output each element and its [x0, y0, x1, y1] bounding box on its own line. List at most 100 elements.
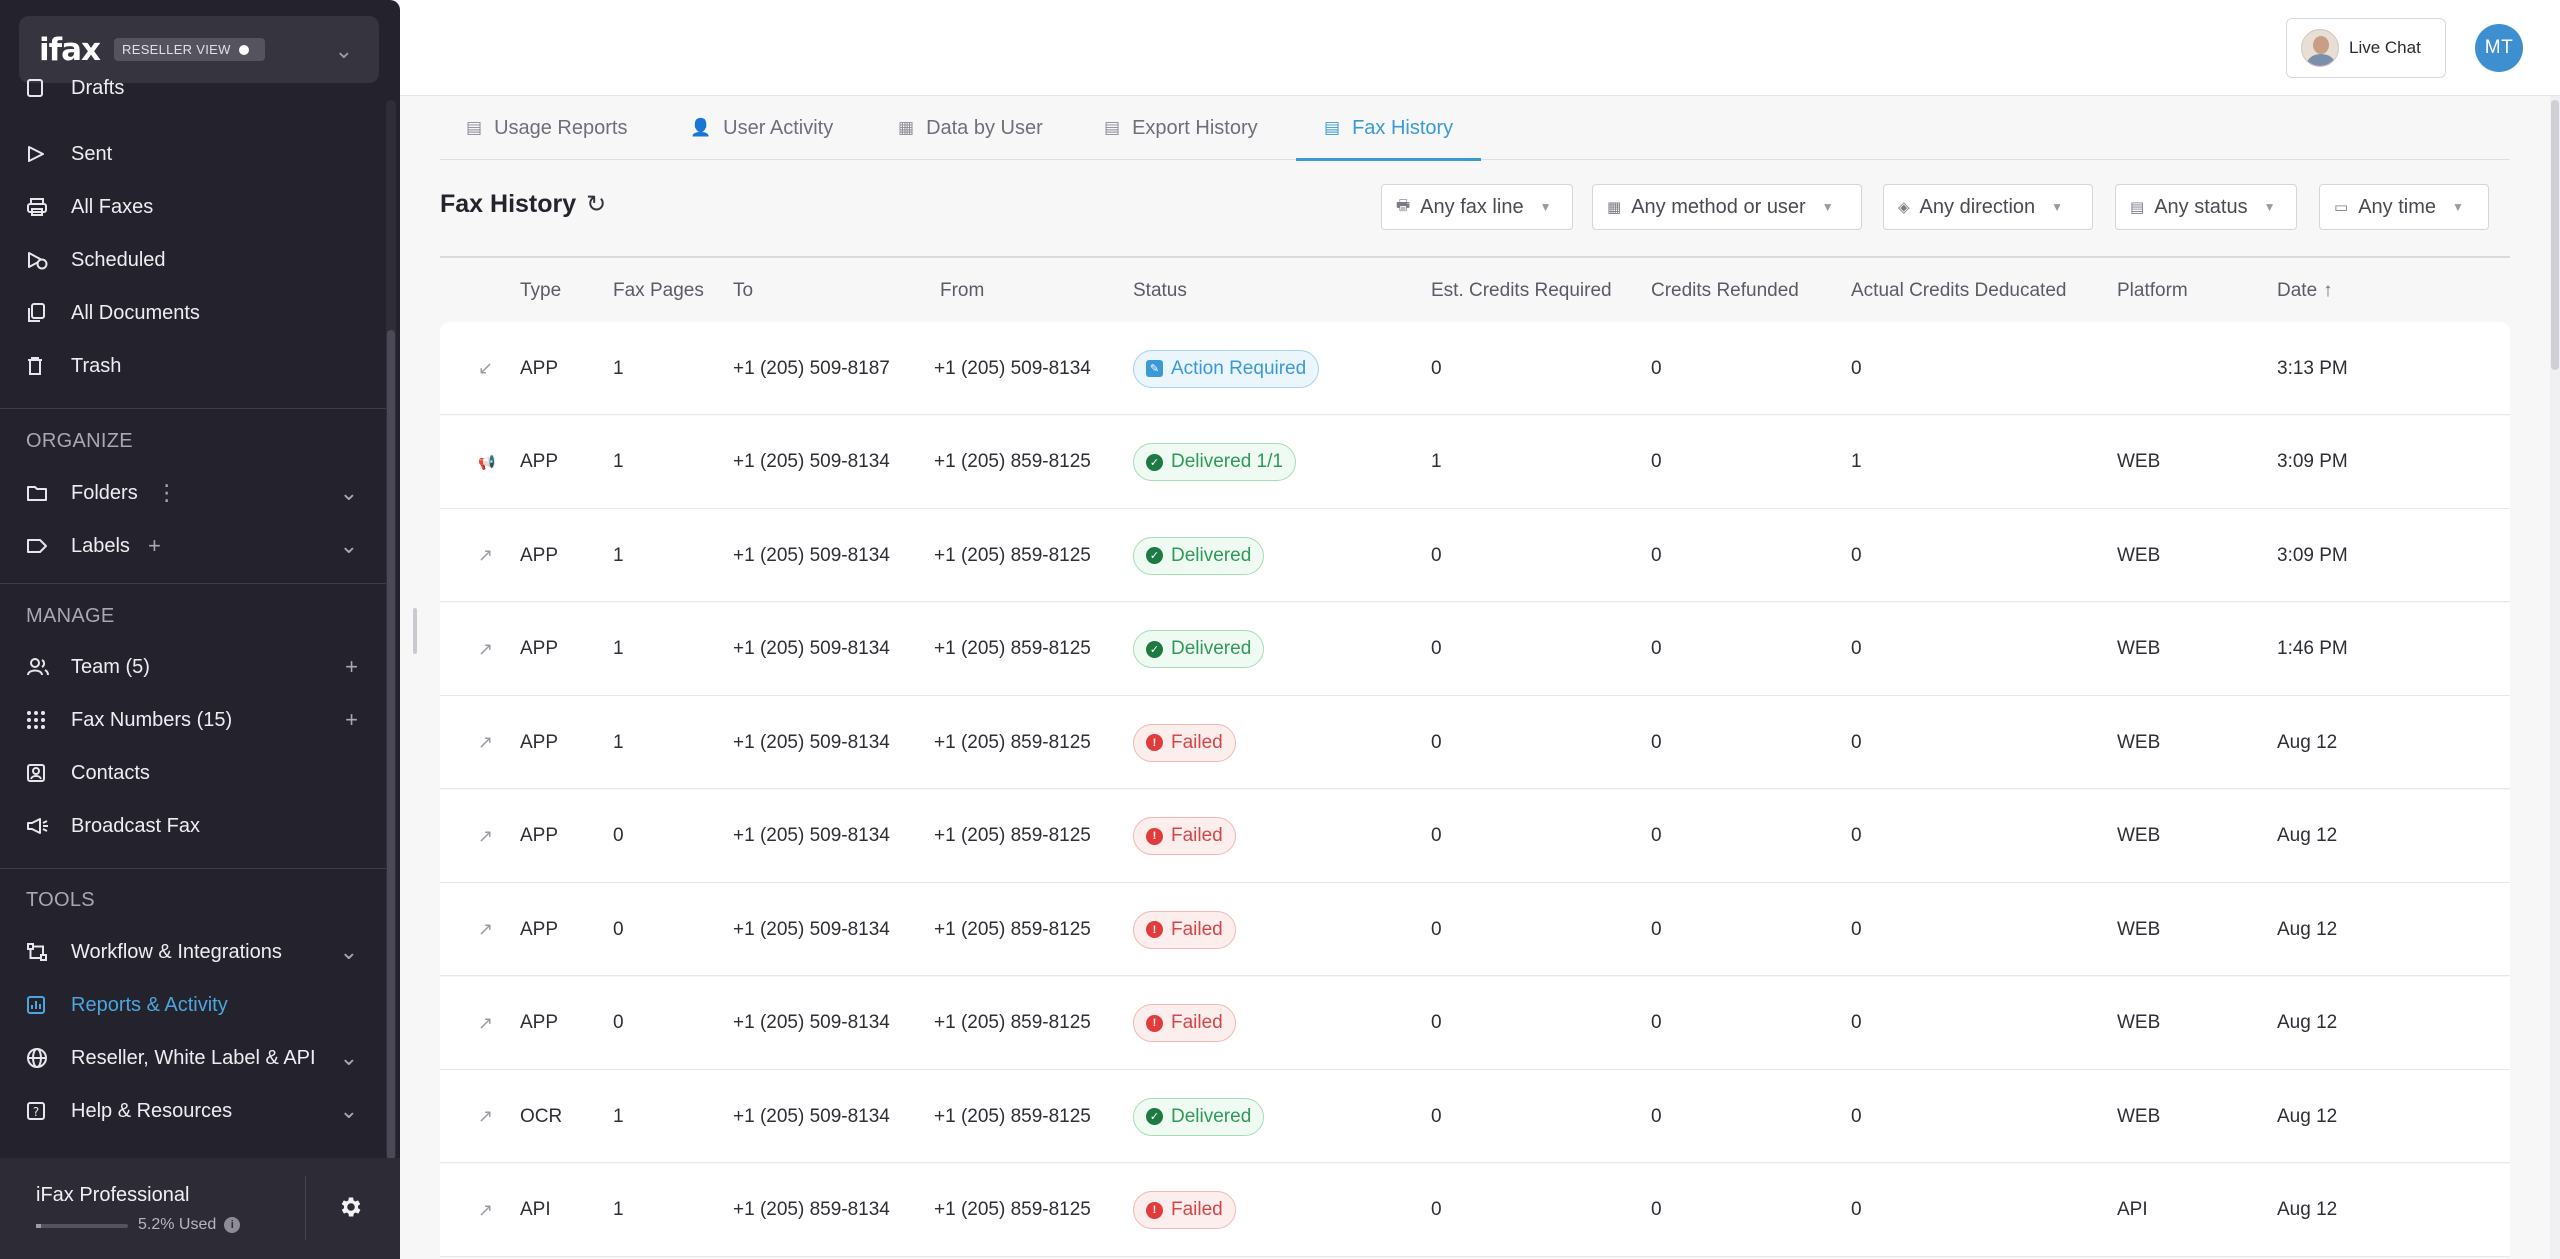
chevron-down-icon[interactable]: ⌄ — [340, 480, 358, 506]
column-header-date[interactable]: Date ↑ — [2277, 280, 2333, 302]
alert-circle-icon: ! — [1146, 827, 1163, 845]
cell-credits-refunded: 0 — [1651, 451, 1662, 472]
direction-filter[interactable]: ◈ Any direction ▼ — [1883, 184, 2093, 230]
cell-pages: 1 — [613, 731, 624, 753]
sidebar-item-fax-numbers[interactable]: Fax Numbers (15) + — [0, 698, 390, 742]
info-icon[interactable]: i — [224, 1217, 241, 1233]
cell-est-credits: 0 — [1431, 638, 1442, 659]
settings-gear-icon[interactable] — [338, 1194, 364, 1225]
add-fax-number-icon[interactable]: + — [345, 707, 358, 733]
status-badge[interactable]: ! Failed — [1133, 1191, 1236, 1229]
sidebar-item-folders[interactable]: Folders ⋮ ⌄ — [0, 471, 390, 515]
chevron-down-icon[interactable]: ⌄ — [340, 939, 358, 965]
table-row[interactable]: ↙ APP 1 +1 (205) 509-8187 +1 (205) 509-8134 ✎… — [440, 322, 2510, 415]
sidebar-item-scheduled[interactable]: Scheduled — [0, 238, 390, 282]
fax-line-filter[interactable]: 🖶 Any fax line ▼ — [1381, 184, 1573, 230]
column-header-from[interactable]: From — [940, 280, 984, 302]
sidebar-item-workflow[interactable]: Workflow & Integrations ⌄ — [0, 930, 390, 974]
status-badge[interactable]: ! Failed — [1133, 817, 1236, 855]
sidebar-item-reseller[interactable]: Reseller, White Label & API ⌄ — [0, 1036, 390, 1080]
status-badge[interactable]: ✎ Action Required — [1133, 349, 1320, 388]
table-row[interactable]: ↗ APP 1 +1 (205) 509-8134 +1 (205) 859-8125 ✓… — [440, 509, 2510, 602]
cell-from: +1 (205) 859-8125 — [934, 825, 1091, 846]
sidebar-divider — [0, 408, 390, 409]
cell-credits-refunded: 0 — [1651, 731, 1662, 753]
filter-label: Any method or user — [1631, 195, 1806, 218]
chevron-down-icon[interactable]: ⌄ — [340, 1045, 358, 1071]
column-header-type[interactable]: Type — [520, 280, 561, 302]
sidebar-resize-handle[interactable] — [413, 608, 417, 654]
sidebar-item-team[interactable]: Team (5) + — [0, 645, 390, 689]
scrollbar-thumb[interactable] — [2551, 100, 2559, 370]
status-badge[interactable]: ! Failed — [1133, 723, 1236, 762]
send-icon — [26, 143, 52, 165]
sort-ascending-icon[interactable]: ↑ — [2323, 280, 2333, 301]
sidebar-item-drafts[interactable]: Drafts — [0, 66, 390, 110]
status-filter[interactable]: ▤ Any status ▼ — [2115, 184, 2297, 230]
status-badge[interactable]: ! Failed — [1133, 910, 1236, 949]
cell-actual-credits: 0 — [1851, 825, 1862, 846]
column-header-platform[interactable]: Platform — [2117, 280, 2188, 302]
sidebar-item-label: Trash — [71, 354, 122, 377]
sidebar-item-all-documents[interactable]: All Documents — [0, 291, 390, 335]
cell-est-credits: 0 — [1431, 357, 1442, 379]
cell-est-credits: 0 — [1431, 731, 1442, 753]
reseller-view-toggle[interactable]: RESELLER VIEW — [114, 38, 265, 61]
cell-from: +1 (205) 859-8125 — [934, 451, 1091, 472]
column-header-status[interactable]: Status — [1133, 280, 1187, 302]
status-badge[interactable]: ✓ Delivered — [1133, 1097, 1265, 1136]
tab-user-activity[interactable]: 👤 User Activity — [690, 96, 833, 160]
sidebar-item-help[interactable]: ? Help & Resources ⌄ — [0, 1089, 390, 1133]
tab-export-history[interactable]: ▤ Export History — [1104, 96, 1258, 160]
table-row[interactable]: ↗ APP 0 +1 (205) 509-8134 +1 (205) 859-8125!… — [440, 883, 2510, 976]
column-header-credits-refunded[interactable]: Credits Refunded — [1651, 280, 1799, 302]
sidebar-item-label: Reseller, White Label & API — [71, 1046, 316, 1069]
add-label-icon[interactable]: + — [148, 533, 161, 559]
cell-type: API — [520, 1199, 551, 1220]
outbound-direction-icon: ↗ — [478, 1199, 494, 1220]
chevron-down-icon[interactable]: ⌄ — [340, 533, 358, 559]
sidebar-item-contacts[interactable]: Contacts — [0, 751, 390, 795]
scrollbar-thumb[interactable] — [387, 330, 395, 1160]
refresh-icon[interactable]: ↻ — [586, 190, 606, 219]
sidebar-item-trash[interactable]: Trash — [0, 344, 390, 388]
table-row[interactable]: ↗ APP 0 +1 (205) 509-8134 +1 (205) 859-8125!… — [440, 976, 2510, 1070]
status-badge[interactable]: ✓ Delivered 1/1 — [1133, 443, 1296, 481]
cell-est-credits: 0 — [1431, 544, 1442, 566]
tab-usage-reports[interactable]: ▤ Usage Reports — [466, 96, 627, 160]
table-row[interactable]: ↗ API 1 +1 (205) 859-8134 +1 (205) 859-8125!… — [440, 1163, 2510, 1257]
column-header-est-credits[interactable]: Est. Credits Required — [1431, 280, 1612, 302]
column-header-to[interactable]: To — [733, 280, 753, 302]
sidebar-item-sent[interactable]: Sent — [0, 132, 390, 176]
caret-down-icon: ▼ — [1821, 200, 1834, 214]
table-row[interactable]: 📢 APP 1 +1 (205) 509-8134 +1 (205) 859-8125 ✓… — [440, 415, 2510, 509]
sidebar-item-broadcast-fax[interactable]: Broadcast Fax — [0, 804, 390, 848]
column-header-actual-credits[interactable]: Actual Credits Deducated — [1851, 280, 2066, 302]
sidebar-item-reports[interactable]: Reports & Activity — [0, 983, 390, 1027]
more-options-icon[interactable]: ⋮ — [156, 480, 178, 506]
user-avatar[interactable]: MT — [2475, 24, 2523, 72]
time-filter[interactable]: ▭ Any time ▼ — [2319, 184, 2489, 230]
plan-usage: iFax Professional 5.2% Used i — [0, 1158, 400, 1259]
tab-fax-history[interactable]: ▤ Fax History — [1295, 96, 1482, 161]
add-team-member-icon[interactable]: + — [345, 654, 358, 680]
tab-data-by-user[interactable]: ▦ Data by User — [898, 96, 1043, 160]
table-row[interactable]: ↗ OCR 1 +1 (205) 509-8134 +1 (205) 859-8125 ✓… — [440, 1070, 2510, 1163]
sidebar-item-labels[interactable]: Labels + ⌄ — [0, 524, 390, 568]
page-scrollbar[interactable] — [2550, 96, 2560, 1259]
sidebar-item-label: Fax Numbers (15) — [71, 708, 233, 731]
table-row[interactable]: ↗ APP 1 +1 (205) 509-8134 +1 (205) 859-8125 ✓… — [440, 602, 2510, 696]
sidebar-scrollbar[interactable] — [386, 100, 396, 1160]
status-badge[interactable]: ✓ Delivered — [1133, 536, 1265, 575]
status-badge[interactable]: ✓ Delivered — [1133, 630, 1265, 668]
chevron-down-icon[interactable]: ⌄ — [340, 1098, 358, 1124]
live-chat-button[interactable]: Live Chat — [2286, 18, 2446, 78]
table-row[interactable]: ↗ APP 0 +1 (205) 509-8134 +1 (205) 859-8125!… — [440, 789, 2510, 883]
top-bar: Live Chat MT — [400, 0, 2560, 96]
method-filter[interactable]: ▦ Any method or user ▼ — [1592, 184, 1862, 230]
table-row[interactable]: ↗ APP 1 +1 (205) 509-8134 +1 (205) 859-8125!… — [440, 696, 2510, 789]
status-badge[interactable]: ! Failed — [1133, 1004, 1236, 1042]
sidebar-item-all-faxes[interactable]: All Faxes — [0, 185, 390, 229]
cell-status: ✓ Delivered — [1133, 1070, 1265, 1163]
column-header-pages[interactable]: Fax Pages — [613, 280, 704, 302]
